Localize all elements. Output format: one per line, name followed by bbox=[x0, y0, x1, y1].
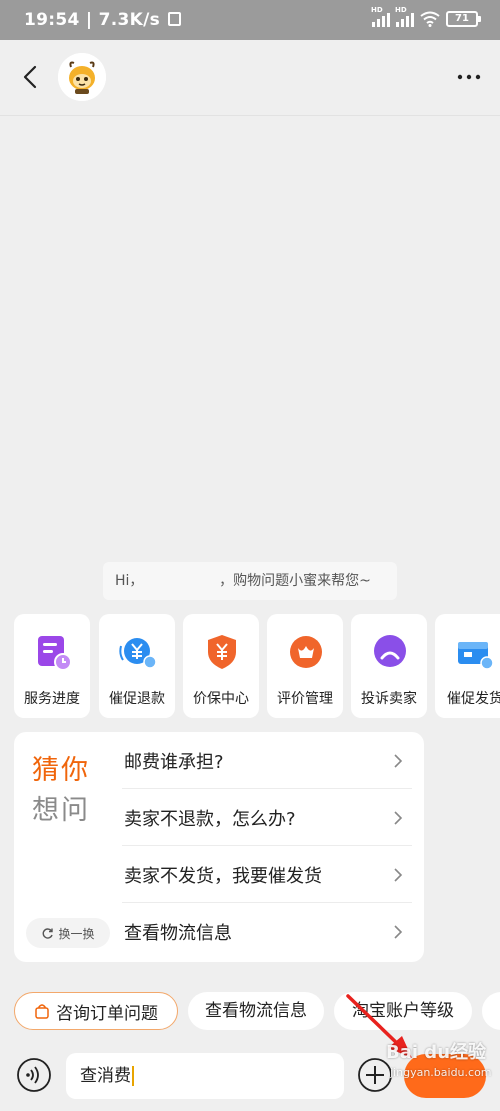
chevron-right-icon bbox=[394, 754, 403, 768]
complaint-icon bbox=[374, 635, 406, 667]
send-button[interactable] bbox=[404, 1054, 486, 1098]
faq-question: 查看物流信息 bbox=[124, 923, 232, 944]
faq-question: 邮费谁承担? bbox=[124, 752, 224, 773]
quick-action-price-protection[interactable]: 价保中心 bbox=[183, 614, 259, 718]
shopping-bag-icon bbox=[35, 1004, 49, 1019]
chevron-right-icon bbox=[394, 868, 403, 882]
signal-icon: HD bbox=[371, 6, 390, 27]
chip-label: 咨询订单问题 bbox=[56, 1003, 158, 1024]
faq-item[interactable]: 邮费谁承担? bbox=[122, 732, 412, 789]
quick-action-label: 投诉卖家 bbox=[361, 691, 417, 707]
assistant-avatar[interactable] bbox=[58, 53, 106, 101]
nfc-icon bbox=[168, 12, 182, 26]
review-icon bbox=[290, 636, 322, 668]
faq-question: 卖家不退款，怎么办? bbox=[124, 809, 296, 830]
chip-account-level[interactable]: 淘宝账户等级 bbox=[334, 992, 472, 1030]
back-arrow-icon[interactable] bbox=[16, 62, 46, 92]
quick-action-label: 催促退款 bbox=[109, 691, 165, 707]
chat-header bbox=[0, 40, 500, 116]
quick-action-label: 服务进度 bbox=[24, 691, 80, 707]
greeting-message: Hi， ，购物问题小蜜来帮您~ bbox=[103, 562, 397, 600]
faq-title-line2: 想问 bbox=[32, 795, 90, 826]
message-input-value: 查消费 bbox=[80, 1066, 131, 1086]
faq-card: 猜你 想问 换一换 邮费谁承担? 卖家不退款，怎么办? 卖家不发货，我要催发货 … bbox=[14, 732, 424, 962]
add-icon[interactable] bbox=[357, 1057, 393, 1093]
quick-action-label: 催促发货 bbox=[447, 691, 500, 707]
quick-action-service-progress[interactable]: 服务进度 bbox=[14, 614, 90, 718]
faq-title-line1: 猜你 bbox=[32, 755, 90, 786]
quick-action-refund-urge[interactable]: 催促退款 bbox=[99, 614, 175, 718]
suggestion-chips: 咨询订单问题 查看物流信息 淘宝账户等级 bbox=[0, 982, 500, 1040]
text-caret bbox=[132, 1066, 134, 1086]
message-input[interactable]: 查消费 bbox=[66, 1053, 344, 1099]
quick-action-label: 评价管理 bbox=[277, 691, 333, 707]
wifi-icon bbox=[420, 11, 440, 27]
refresh-label: 换一换 bbox=[58, 926, 95, 941]
shipping-urge-icon bbox=[458, 642, 494, 670]
status-time: 19:54 | 7.3K/s bbox=[24, 10, 182, 30]
refund-urge-icon bbox=[119, 638, 157, 669]
quick-action-shipping-urge[interactable]: 催促发货 bbox=[435, 614, 500, 718]
faq-question: 卖家不发货，我要催发货 bbox=[124, 866, 322, 887]
voice-input-icon[interactable] bbox=[16, 1057, 52, 1093]
chevron-right-icon bbox=[394, 925, 403, 939]
quick-actions-row: 服务进度 催促退款 价保中心 评价管理 投诉卖家 催促发货 bbox=[0, 614, 500, 718]
refresh-icon bbox=[43, 927, 54, 939]
service-progress-icon bbox=[38, 636, 72, 671]
quick-action-review[interactable]: 评价管理 bbox=[267, 614, 343, 718]
quick-action-complaint[interactable]: 投诉卖家 bbox=[351, 614, 427, 718]
chip-more[interactable] bbox=[482, 992, 500, 1030]
faq-item[interactable]: 卖家不发货，我要催发货 bbox=[122, 846, 412, 903]
signal-icon: HD bbox=[395, 6, 414, 27]
faq-item[interactable]: 卖家不退款，怎么办? bbox=[122, 789, 412, 846]
mascot-icon bbox=[58, 53, 106, 101]
input-bar: 查消费 bbox=[0, 1040, 500, 1111]
more-options-icon[interactable] bbox=[456, 67, 482, 87]
price-protection-icon bbox=[208, 635, 236, 669]
battery-icon: 71 bbox=[446, 11, 481, 27]
chip-logistics[interactable]: 查看物流信息 bbox=[188, 992, 324, 1030]
refresh-button[interactable]: 换一换 bbox=[26, 918, 110, 948]
faq-item[interactable]: 查看物流信息 bbox=[122, 903, 412, 960]
chevron-right-icon bbox=[394, 811, 403, 825]
status-bar: 19:54 | 7.3K/s HD HD 71 bbox=[0, 0, 500, 40]
quick-action-label: 价保中心 bbox=[193, 691, 249, 707]
chip-order-question[interactable]: 咨询订单问题 bbox=[14, 992, 178, 1030]
